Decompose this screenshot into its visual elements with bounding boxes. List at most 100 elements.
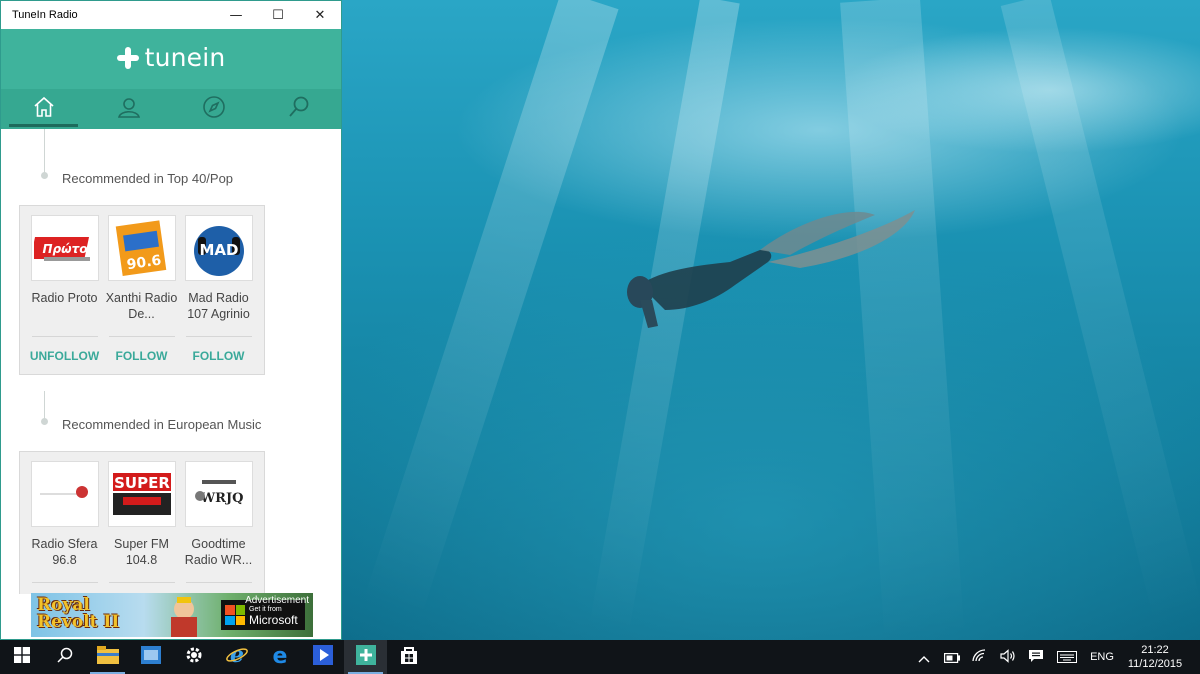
photos-icon	[140, 646, 161, 668]
chevron-up-icon	[918, 648, 930, 667]
wifi-icon	[972, 648, 988, 667]
station-name[interactable]: Mad Radio 107 Agrinio	[183, 290, 255, 329]
station-group-european: Radio Sfera 96.8 SUPER Super FM 104.8 WR…	[19, 451, 265, 594]
title-bar[interactable]: TuneIn Radio — ☐ ✕	[1, 1, 341, 29]
timeline-line	[44, 391, 45, 421]
window-title: TuneIn Radio	[12, 9, 78, 21]
svg-text:SUPER: SUPER	[114, 474, 170, 492]
minimize-button[interactable]: —	[215, 1, 257, 29]
message-icon	[1028, 648, 1044, 667]
taskbar-edge[interactable]: e	[258, 640, 301, 674]
battery-button[interactable]	[938, 640, 966, 674]
logo-text: tunein	[144, 43, 226, 72]
tunein-plus-icon	[116, 46, 139, 69]
search-icon	[56, 647, 73, 667]
svg-text:Πρώτο: Πρώτο	[42, 242, 87, 256]
ad-game-title: Royal Revolt II	[37, 597, 119, 631]
start-button[interactable]	[0, 640, 43, 674]
timeline-dot	[41, 172, 48, 179]
app-header: tunein	[1, 29, 341, 129]
play-icon	[312, 645, 333, 669]
section-title: Recommended in European Music	[62, 417, 262, 432]
station-card[interactable]: MAD Mad Radio 107 Agrinio FOLLOW	[180, 215, 257, 374]
svg-text:MAD: MAD	[199, 241, 238, 259]
ad-label: Advertisement	[245, 595, 309, 606]
tab-browse[interactable]	[171, 89, 256, 129]
badge-big-text: Microsoft	[249, 613, 298, 627]
volume-button[interactable]	[994, 640, 1022, 674]
internet-explorer-icon: e	[225, 642, 248, 670]
nav-bar	[1, 89, 341, 129]
maximize-button[interactable]: ☐	[257, 1, 299, 29]
station-logo[interactable]: WRJQ	[184, 461, 253, 528]
unfollow-button[interactable]: UNFOLLOW	[30, 337, 99, 374]
station-name[interactable]: Radio Sfera 96.8	[29, 536, 101, 575]
tab-profile[interactable]	[86, 89, 171, 129]
keyboard-icon	[1057, 648, 1077, 667]
taskbar-settings[interactable]	[172, 640, 215, 674]
station-logo[interactable]	[30, 461, 99, 528]
show-desktop-button[interactable]	[1190, 640, 1200, 674]
battery-icon	[944, 648, 961, 667]
action-center-button[interactable]	[1022, 640, 1050, 674]
search-icon	[287, 95, 311, 123]
show-hidden-icons-button[interactable]	[910, 640, 938, 674]
tab-search[interactable]	[256, 89, 341, 129]
advertisement-banner[interactable]: Royal Revolt II Get it from Microsoft Ad…	[31, 593, 313, 637]
follow-button[interactable]: FOLLOW	[193, 337, 245, 374]
svg-text:e: e	[272, 644, 287, 666]
station-card[interactable]: Πρώτο Radio Proto UNFOLLOW	[26, 215, 103, 374]
edge-icon: e	[269, 644, 291, 670]
close-button[interactable]: ✕	[299, 1, 341, 29]
station-card[interactable]: Radio Sfera 96.8	[26, 461, 103, 594]
station-group-top40: Πρώτο Radio Proto UNFOLLOW 90.6 Xanthi R…	[19, 205, 265, 375]
timeline-dot	[41, 418, 48, 425]
taskbar-store-app[interactable]	[129, 640, 172, 674]
home-icon	[32, 95, 56, 123]
taskbar: e e ENG 21:22 11/12/2015	[0, 640, 1200, 674]
svg-text:WRJQ: WRJQ	[199, 491, 243, 506]
station-name[interactable]: Xanthi Radio De...	[106, 290, 178, 329]
tunein-logo: tunein	[1, 43, 341, 72]
folder-icon	[96, 646, 119, 668]
divider	[108, 582, 175, 584]
shopping-bag-icon	[399, 645, 419, 669]
taskbar-internet-explorer[interactable]: e	[215, 640, 258, 674]
station-card[interactable]: WRJQ Goodtime Radio WR...	[180, 461, 257, 594]
windows-logo-icon	[13, 647, 30, 667]
gear-icon	[184, 645, 204, 669]
home-feed[interactable]: Recommended in Top 40/Pop Πρώτο Radio Pr…	[1, 129, 341, 594]
taskbar-windows-store[interactable]	[387, 640, 430, 674]
taskbar-tunein[interactable]	[344, 640, 387, 674]
station-logo[interactable]: Πρώτο	[30, 215, 99, 282]
taskbar-file-explorer[interactable]	[86, 640, 129, 674]
ad-character-art	[171, 597, 197, 637]
divider	[31, 582, 98, 584]
station-logo[interactable]: MAD	[184, 215, 253, 282]
station-name[interactable]: Radio Proto	[29, 290, 101, 329]
section-title: Recommended in Top 40/Pop	[62, 171, 234, 186]
clock-time: 21:22	[1141, 644, 1169, 656]
station-name[interactable]: Super FM 104.8	[106, 536, 178, 575]
search-button[interactable]	[43, 640, 86, 674]
station-logo[interactable]: 90.6	[107, 215, 176, 282]
network-button[interactable]	[966, 640, 994, 674]
clock[interactable]: 21:22 11/12/2015	[1120, 643, 1190, 671]
taskbar-media-player[interactable]	[301, 640, 344, 674]
input-language[interactable]: ENG	[1084, 651, 1120, 663]
compass-icon	[202, 95, 226, 123]
divider	[185, 582, 252, 584]
store-badge-text: Get it from Microsoft	[249, 605, 298, 627]
tunein-window: TuneIn Radio — ☐ ✕ tunein Recommended in…	[0, 0, 342, 640]
tab-home[interactable]	[1, 89, 86, 129]
station-card[interactable]: SUPER Super FM 104.8	[103, 461, 180, 594]
station-logo[interactable]: SUPER	[107, 461, 176, 528]
tunein-icon	[355, 645, 376, 669]
station-card[interactable]: 90.6 Xanthi Radio De... FOLLOW	[103, 215, 180, 374]
clock-date: 11/12/2015	[1127, 658, 1183, 670]
speaker-icon	[1000, 648, 1016, 667]
profile-icon	[117, 95, 141, 123]
follow-button[interactable]: FOLLOW	[116, 337, 168, 374]
station-name[interactable]: Goodtime Radio WR...	[183, 536, 255, 575]
touch-keyboard-button[interactable]	[1050, 640, 1084, 674]
